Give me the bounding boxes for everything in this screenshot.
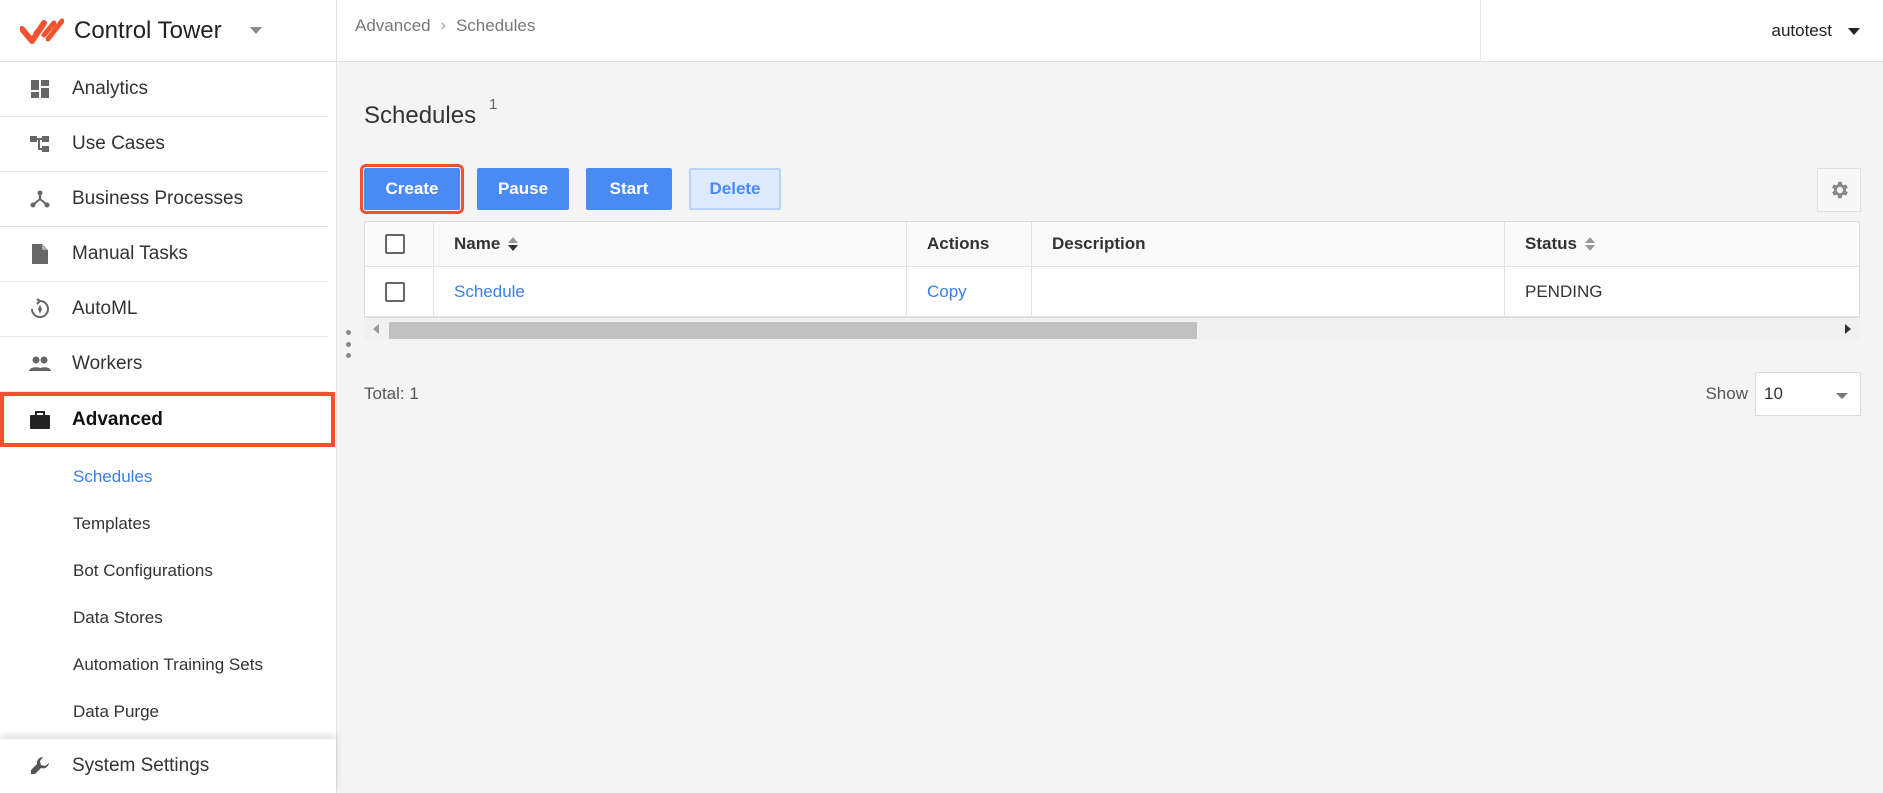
sort-icon [508, 237, 519, 251]
page-title: Schedules [364, 102, 477, 129]
subnav-item-schedules[interactable]: Schedules [0, 453, 336, 500]
gear-icon [1832, 181, 1848, 199]
sort-icon [1584, 237, 1595, 251]
status-value: PENDING [1525, 281, 1603, 301]
document-icon [28, 242, 52, 266]
subnav-item-automation-training-sets[interactable]: Automation Training Sets [0, 641, 336, 688]
schedule-name-link[interactable]: Schedule [454, 282, 525, 302]
control-tower-logo-icon [20, 18, 64, 44]
pause-button[interactable]: Pause [477, 168, 569, 210]
advanced-subnav: Schedules Templates Bot Configurations D… [0, 447, 336, 735]
row-select-cell [365, 267, 434, 316]
sidebar-item-analytics[interactable]: Analytics [0, 62, 328, 117]
sidebar-item-label: Workers [72, 353, 143, 374]
sidebar-item-business-processes[interactable]: Business Processes [0, 172, 328, 227]
sidebar-item-label: Use Cases [72, 133, 165, 154]
description-cell [1032, 267, 1505, 316]
app-brand[interactable]: Control Tower [0, 0, 336, 62]
table-row: Schedule Copy PENDING [365, 267, 1859, 317]
select-all-checkbox[interactable] [385, 234, 405, 254]
row-checkbox[interactable] [385, 281, 405, 302]
schedule-count-badge: 1 [489, 96, 498, 113]
column-header-actions: Actions [907, 222, 1032, 266]
scroll-left-icon[interactable] [373, 324, 379, 334]
horizontal-scrollbar[interactable] [364, 318, 1860, 340]
page-size-value: 10 [1764, 384, 1783, 403]
toolbar: Create Pause Start Delete [360, 164, 798, 214]
scrollbar-thumb[interactable] [389, 322, 1197, 339]
column-header-label: Actions [927, 234, 990, 253]
subnav-item-data-stores[interactable]: Data Stores [0, 594, 336, 641]
breadcrumb: Advanced › Schedules [355, 16, 535, 36]
top-bar: Advanced › Schedules autotest [337, 0, 1883, 62]
sidebar: Control Tower Analytics Use Cases Busine… [0, 0, 337, 793]
sidebar-resize-handle[interactable] [345, 330, 351, 358]
subnav-item-bot-configurations[interactable]: Bot Configurations [0, 547, 336, 594]
delete-button[interactable]: Delete [689, 168, 781, 210]
table-header-row: Name Actions Description Status [365, 222, 1859, 267]
user-menu-chevron-down-icon [1848, 27, 1860, 35]
column-header-name[interactable]: Name [434, 222, 907, 266]
user-menu[interactable]: autotest [1480, 0, 1883, 62]
people-icon [28, 352, 52, 376]
sidebar-item-label: System Settings [72, 755, 210, 776]
sidebar-item-system-settings[interactable]: System Settings [0, 739, 336, 793]
table-settings-button[interactable] [1817, 168, 1861, 212]
briefcase-icon [28, 408, 52, 432]
column-header-label: Name [454, 234, 501, 253]
scroll-right-icon[interactable] [1845, 324, 1851, 334]
breadcrumb-schedules: Schedules [455, 16, 536, 35]
sidebar-item-advanced[interactable]: Advanced [0, 392, 335, 447]
column-header-label: Description [1052, 234, 1146, 253]
sidebar-item-workers[interactable]: Workers [0, 337, 328, 392]
status-cell: PENDING [1505, 267, 1859, 316]
app-switcher-chevron-down-icon[interactable] [249, 27, 262, 34]
sidebar-item-automl[interactable]: AutoML [0, 282, 328, 337]
sidebar-item-use-cases[interactable]: Use Cases [0, 117, 328, 172]
column-header-status[interactable]: Status [1505, 222, 1859, 266]
header-select-cell [365, 222, 434, 266]
sidebar-item-label: Advanced [72, 408, 163, 430]
name-cell: Schedule [434, 267, 907, 316]
subnav-item-templates[interactable]: Templates [0, 500, 336, 547]
chevron-right-icon: › [440, 17, 446, 34]
start-button[interactable]: Start [586, 168, 672, 210]
create-button[interactable]: Create [360, 164, 464, 214]
page-size-label: Show [1705, 384, 1748, 403]
process-branch-icon [28, 187, 52, 211]
breadcrumb-advanced[interactable]: Advanced [355, 16, 431, 36]
dashboard-icon [28, 77, 52, 101]
column-header-label: Status [1525, 234, 1577, 253]
sidebar-item-manual-tasks[interactable]: Manual Tasks [0, 227, 328, 282]
sidebar-item-label: Manual Tasks [72, 243, 188, 264]
schedules-table: Name Actions Description Status Schedule [364, 221, 1860, 318]
copy-action-link[interactable]: Copy [927, 282, 967, 302]
username: autotest [1771, 21, 1833, 40]
actions-cell: Copy [907, 267, 1032, 316]
sidebar-item-label: AutoML [72, 298, 138, 319]
column-header-description: Description [1032, 222, 1505, 266]
app-title: Control Tower [74, 16, 222, 44]
wrench-icon [28, 754, 52, 778]
page-size-select[interactable]: 10 [1755, 372, 1861, 416]
sidebar-item-label: Business Processes [72, 188, 244, 209]
chevron-down-icon [1836, 393, 1848, 399]
automl-icon [28, 297, 52, 321]
sidebar-item-label: Analytics [72, 78, 149, 99]
hierarchy-icon [28, 132, 52, 156]
subnav-item-data-purge[interactable]: Data Purge [0, 688, 336, 735]
main-content: Schedules 1 Create Pause Start Delete Na… [337, 62, 1883, 793]
total-count: Total: 1 [364, 384, 419, 403]
